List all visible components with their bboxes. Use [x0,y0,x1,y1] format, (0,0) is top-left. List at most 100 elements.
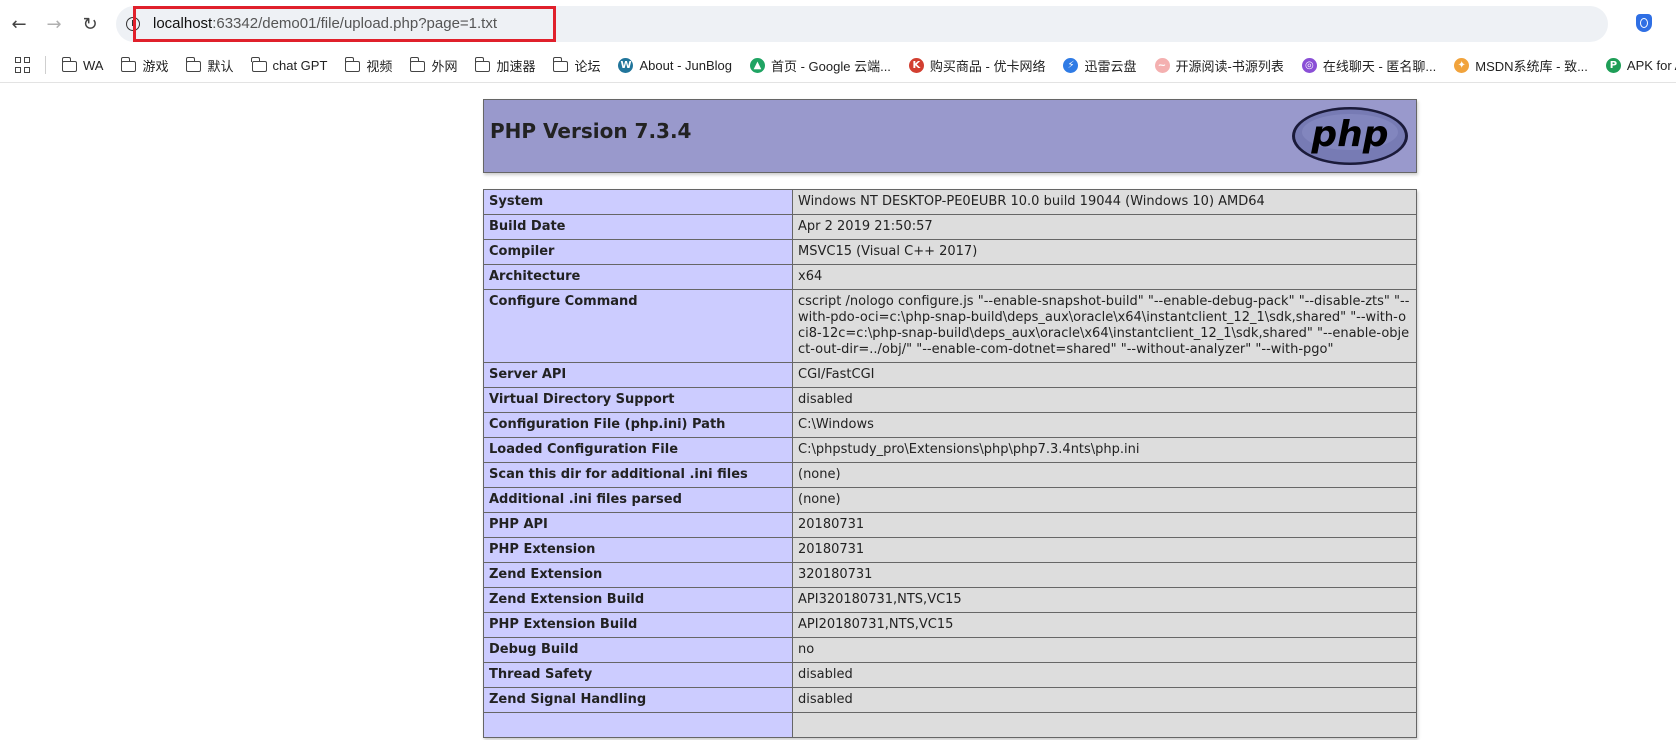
bookmark-label: 游戏 [142,58,169,74]
folder-icon [121,56,137,72]
row-value: API320180731,NTS,VC15 [792,587,1417,613]
address-bar[interactable]: localhost:63342/demo01/file/upload.php?p… [116,6,1608,42]
row-key: Zend Extension [483,562,793,588]
row-key: Additional .ini files parsed [483,487,793,513]
folder-icon [475,56,491,72]
row-key: Configuration File (php.ini) Path [483,412,793,438]
row-value: disabled [792,687,1417,713]
bookmark-item[interactable]: ◎ 在线聊天 - 匿名聊... [1301,56,1437,75]
bookmarks-bar: WA 游戏 默认 chat GPT 视频 外网 加速器 论坛 W About - JunBlog ▲… [0,48,1676,83]
row-key: PHP Extension Build [483,612,793,638]
row-value: disabled [792,387,1417,413]
row-value: no [792,637,1417,663]
bookmark-item[interactable]: 外网 [410,56,457,75]
table-row [483,712,1417,738]
folder-icon [553,56,569,72]
bookmark-item[interactable]: 默认 [186,56,234,75]
php-info-table: System Windows NT DESKTOP-PE0EUBR 10.0 bu… [483,189,1417,738]
row-key: Build Date [483,214,793,240]
bookmark-label: APK for An [1626,57,1676,73]
bookmark-item[interactable]: ~ 开源阅读-书源列表 [1154,56,1284,75]
thunder-icon: ⚡ [1063,57,1079,73]
bookmark-item[interactable]: P APK for An [1605,57,1676,73]
apps-grid-icon[interactable] [15,57,31,73]
php-version-title: PHP Version 7.3.4 [490,119,692,143]
row-value: disabled [792,662,1417,688]
bookmark-item[interactable]: 视频 [345,56,392,75]
forward-arrow-icon[interactable]: → [42,12,66,36]
row-value: API20180731,NTS,VC15 [792,612,1417,638]
bookmark-item[interactable]: chat GPT [251,56,328,73]
bookmark-label: 论坛 [574,58,601,74]
table-row: Zend Signal Handling disabled [483,687,1417,713]
bookmark-label: About - JunBlog [639,57,732,73]
bookmark-label: 迅雷云盘 [1084,58,1137,74]
row-value: x64 [792,264,1417,290]
back-arrow-icon[interactable]: ← [7,12,31,36]
bookmark-item[interactable]: ✦ MSDN系统库 - 致... [1454,56,1588,75]
bookmark-item[interactable]: 游戏 [121,56,168,75]
folder-icon [345,56,361,72]
row-value: 20180731 [792,537,1417,563]
table-row: PHP Extension 20180731 [483,537,1417,563]
table-row: Scan this dir for additional .ini files(… [483,462,1417,488]
bookmark-label: 开源阅读-书源列表 [1175,58,1284,74]
bookmark-label: 外网 [431,58,458,74]
row-value: (none) [792,487,1417,513]
bookmark-label: 购买商品 - 优卡网络 [929,58,1046,74]
bookmark-item[interactable]: ⚡ 迅雷云盘 [1063,56,1137,75]
row-key: PHP API [483,512,793,538]
row-key: Loaded Configuration File [483,437,793,463]
msdn-icon: ✦ [1454,57,1470,73]
row-key: Compiler [483,239,793,265]
reload-icon[interactable]: ↻ [78,12,102,36]
row-value: 320180731 [792,562,1417,588]
bookmark-item[interactable]: W About - JunBlog [618,57,732,73]
table-row: Configuration File (php.ini) Path C:\Wind… [483,412,1417,438]
row-key: Configure Command [483,289,793,363]
row-value: 20180731 [792,512,1417,538]
row-key: PHP Extension [483,537,793,563]
bookmark-item[interactable]: ▲ 首页 - Google 云端... [750,56,891,75]
table-row: Loaded Configuration File C:\phpstudy_pro… [483,437,1417,463]
bookmark-item[interactable]: 论坛 [553,56,600,75]
folder-icon [61,56,77,72]
wordpress-icon: W [618,57,634,73]
url-text[interactable]: localhost:63342/demo01/file/upload.php?p… [153,15,497,32]
bookmark-label: 在线聊天 - 匿名聊... [1322,58,1437,74]
site-info-icon[interactable] [126,17,140,31]
row-value: cscript /nologo configure.js "--enable-s… [792,289,1417,363]
row-key: Thread Safety [483,662,793,688]
row-key: Virtual Directory Support [483,387,793,413]
row-key: Scan this dir for additional .ini files [483,462,793,488]
table-row: Additional .ini files parsed (none) [483,487,1417,513]
php-logo-text: php [1310,114,1388,155]
bookmark-label: 加速器 [496,58,536,74]
bookmark-label: 视频 [366,58,393,74]
bookmark-item[interactable]: 加速器 [475,56,535,75]
table-row: Compiler MSVC15 (Visual C++ 2017) [483,239,1417,265]
bookmark-label: 首页 - Google 云端... [771,58,891,74]
table-row: Thread Safety disabled [483,662,1417,688]
bookmark-item[interactable]: K 购买商品 - 优卡网络 [908,56,1046,75]
row-key [483,712,793,738]
bookmark-list: WA 游戏 默认 chat GPT 视频 外网 加速器 论坛 W About - JunBlog ▲… [61,48,1676,82]
shop-icon: K [908,57,924,73]
table-row: Zend Extension Build API320180731,NTS,VC1… [483,587,1417,613]
apk-icon: P [1605,57,1621,73]
table-row: Build Date Apr 2 2019 21:50:57 [483,214,1417,240]
url-host: localhost [153,15,213,32]
folder-icon [186,56,202,72]
table-row: Server API CGI/FastCGI [483,362,1417,388]
folder-icon [410,56,426,72]
bookmark-label: chat GPT [272,57,328,73]
table-row: PHP Extension Build API20180731,NTS,VC15 [483,612,1417,638]
row-key: Server API [483,362,793,388]
table-row: PHP API 20180731 [483,512,1417,538]
row-key: Architecture [483,264,793,290]
bookmark-item[interactable]: WA [61,56,103,73]
row-key: System [483,189,793,215]
table-row: Architecture x64 [483,264,1417,290]
table-row: Configure Command cscript /nologo configu… [483,289,1417,363]
extension-shield-icon[interactable] [1636,14,1652,32]
